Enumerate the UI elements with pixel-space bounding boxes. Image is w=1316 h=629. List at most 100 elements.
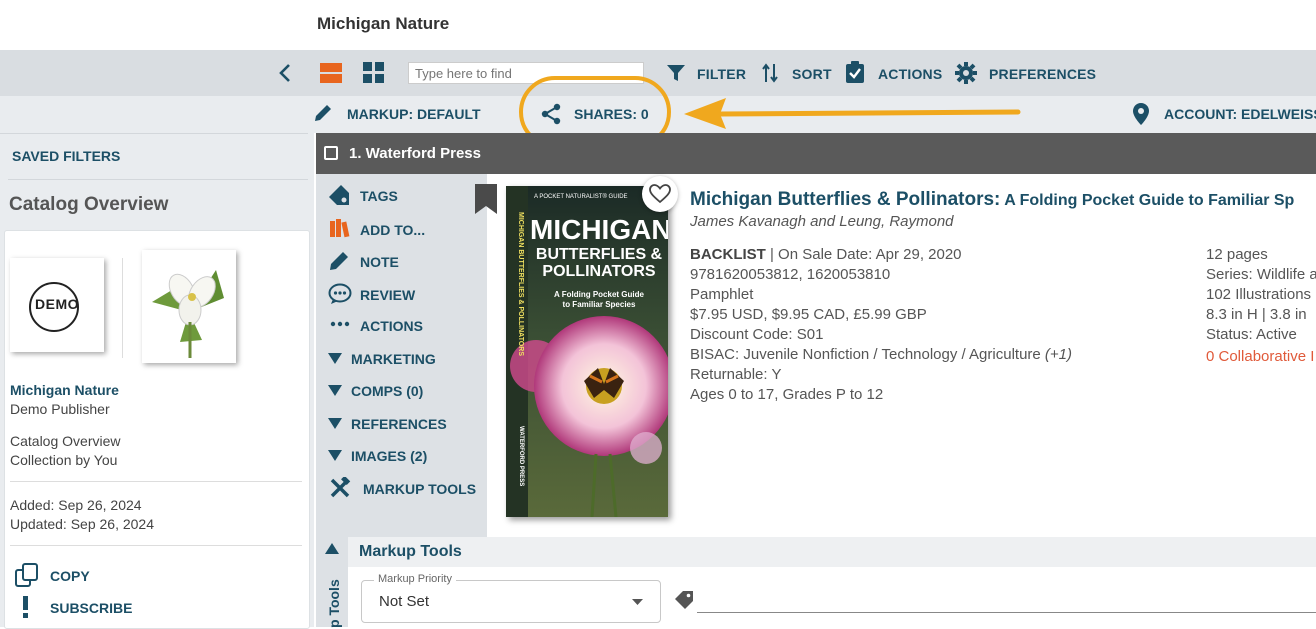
catalog-logo[interactable]: DEMO (10, 258, 104, 352)
product-title[interactable]: Michigan Butterflies & Pollinators: A Fo… (690, 189, 1294, 211)
cover-title-2: BUTTERFLIES & (535, 246, 663, 263)
books-icon (330, 219, 350, 238)
updated-date: Updated: Sep 26, 2024 (10, 516, 155, 532)
actions-label: ACTIONS (878, 66, 943, 82)
cover-title-3: POLLINATORS (542, 263, 656, 280)
product-authors: James Kavanagh and Leung, Raymond (690, 213, 954, 230)
back-chevron-icon[interactable] (276, 62, 294, 84)
page-count: 12 pages (1206, 246, 1268, 263)
markup-tools-label: MARKUP TOOLS (363, 481, 477, 497)
series: Series: Wildlife a (1206, 266, 1316, 283)
preferences-label: PREFERENCES (989, 66, 1097, 82)
discount-code: Discount Code: S01 (690, 326, 824, 343)
backlist-badge: BACKLIST (690, 246, 766, 263)
select-checkbox[interactable] (324, 146, 338, 160)
format: Pamphlet (690, 286, 754, 303)
tools-icon (330, 477, 351, 498)
review-label: REVIEW (360, 287, 416, 303)
priority-value: Not Set (379, 593, 430, 610)
cover-publisher: WATERFORD PRESS (518, 426, 524, 487)
priority-label: Markup Priority (374, 573, 456, 585)
cover-title-1: MICHIGAN (530, 214, 668, 245)
list-view-icon[interactable] (320, 62, 342, 84)
markup-tools-title: Markup Tools (359, 543, 462, 560)
title-main: Michigan Butterflies & Pollinators: (690, 189, 1001, 210)
bookmark-icon[interactable] (475, 184, 497, 214)
publisher-name: Demo Publisher (10, 401, 110, 417)
comps-label: COMPS (0) (351, 383, 424, 399)
markup-label: MARKUP: DEFAULT (347, 106, 481, 122)
add-to-label: ADD TO... (360, 222, 426, 238)
bisac-text: BISAC: Juvenile Nonfiction / Technology … (690, 346, 1041, 363)
divider (10, 481, 302, 482)
collection-owner: Collection by You (10, 452, 118, 468)
divider (8, 179, 308, 180)
markup-tools-header (348, 537, 1316, 567)
caret-down-icon (328, 418, 342, 429)
price: $7.95 USD, $9.95 CAD, £5.99 GBP (690, 306, 927, 323)
saved-filters-link[interactable]: SAVED FILTERS (12, 148, 120, 164)
copy-label: COPY (50, 568, 90, 584)
dropdown-arrow-icon (632, 599, 643, 605)
dimensions: 8.3 in H | 3.8 in (1206, 306, 1307, 323)
catalog-overview-heading: Catalog Overview (9, 194, 169, 215)
filter-label: FILTER (697, 66, 747, 82)
actions-action-label: ACTIONS (360, 318, 423, 334)
page-title: Michigan Nature (317, 14, 450, 33)
cover-subtitle-1: A Folding Pocket Guide (554, 290, 644, 299)
pencil-icon (330, 252, 348, 270)
favorite-button[interactable] (642, 176, 678, 212)
tag-input[interactable] (697, 612, 1316, 613)
logo-text: DEMO (35, 296, 79, 312)
clipboard-check-icon (846, 61, 864, 83)
sale-info: BACKLIST | On Sale Date: Apr 29, 2020 (690, 245, 962, 265)
location-pin-icon (1133, 103, 1149, 125)
references-label: REFERENCES (351, 416, 447, 432)
cover-spine-title: MICHIGAN BUTTERFLIES & POLLINATORS (517, 212, 524, 357)
trillium-image[interactable] (142, 250, 236, 363)
sort-label: SORT (792, 66, 832, 82)
note-label: NOTE (360, 254, 399, 270)
subscribe-label: SUBSCRIBE (50, 600, 133, 616)
caret-up-icon[interactable] (325, 543, 339, 554)
heart-icon (649, 184, 671, 204)
marketing-label: MARKETING (351, 351, 436, 367)
markup-priority-select[interactable]: Markup Priority Not Set (361, 573, 661, 623)
section-title: 1. Waterford Press (349, 145, 481, 162)
divider (122, 258, 123, 358)
filter-icon (667, 65, 685, 81)
gear-icon (955, 62, 977, 84)
catalog-name-link[interactable]: Michigan Nature (10, 382, 119, 398)
sort-icon (762, 63, 778, 83)
cover-subtitle-2: to Familiar Species (562, 300, 636, 309)
highlight-arrow-icon (684, 98, 1021, 129)
illustrations: 102 Illustrations (1206, 286, 1312, 303)
on-sale-date: | On Sale Date: Apr 29, 2020 (765, 246, 962, 263)
copy-icon (15, 563, 38, 587)
tag-icon (329, 185, 349, 205)
book-cover[interactable]: A POCKET NATURALIST® GUIDE MICHIGAN BUTT… (506, 186, 668, 517)
tag-icon (675, 591, 693, 609)
divider (0, 133, 308, 134)
isbn: 9781620053812, 1620053810 (690, 266, 891, 283)
bisac: BISAC: Juvenile Nonfiction / Technology … (690, 345, 1072, 365)
title-sub: A Folding Pocket Guide to Familiar Sp (1000, 192, 1295, 209)
collaborative-link[interactable]: 0 Collaborative I (1206, 347, 1314, 367)
grid-view-icon[interactable] (363, 62, 385, 84)
catalog-type: Catalog Overview (10, 433, 121, 449)
caret-down-icon (328, 385, 342, 396)
exclamation-icon (23, 596, 28, 618)
bisac-more[interactable]: (+1) (1041, 346, 1072, 363)
images-label: IMAGES (2) (351, 448, 428, 464)
markup-tools-side-label: p Tools (326, 579, 342, 628)
added-date: Added: Sep 26, 2024 (10, 497, 142, 513)
ellipsis-icon (330, 321, 350, 327)
divider (10, 545, 302, 546)
caret-down-icon (328, 450, 342, 461)
account-label: ACCOUNT: EDELWEISS (1164, 106, 1316, 122)
tags-label: TAGS (360, 188, 398, 204)
cover-series: A POCKET NATURALIST® GUIDE (534, 194, 628, 200)
ages-grades: Ages 0 to 17, Grades P to 12 (690, 386, 884, 403)
speech-bubble-icon (328, 283, 352, 304)
pencil-icon (315, 105, 331, 121)
